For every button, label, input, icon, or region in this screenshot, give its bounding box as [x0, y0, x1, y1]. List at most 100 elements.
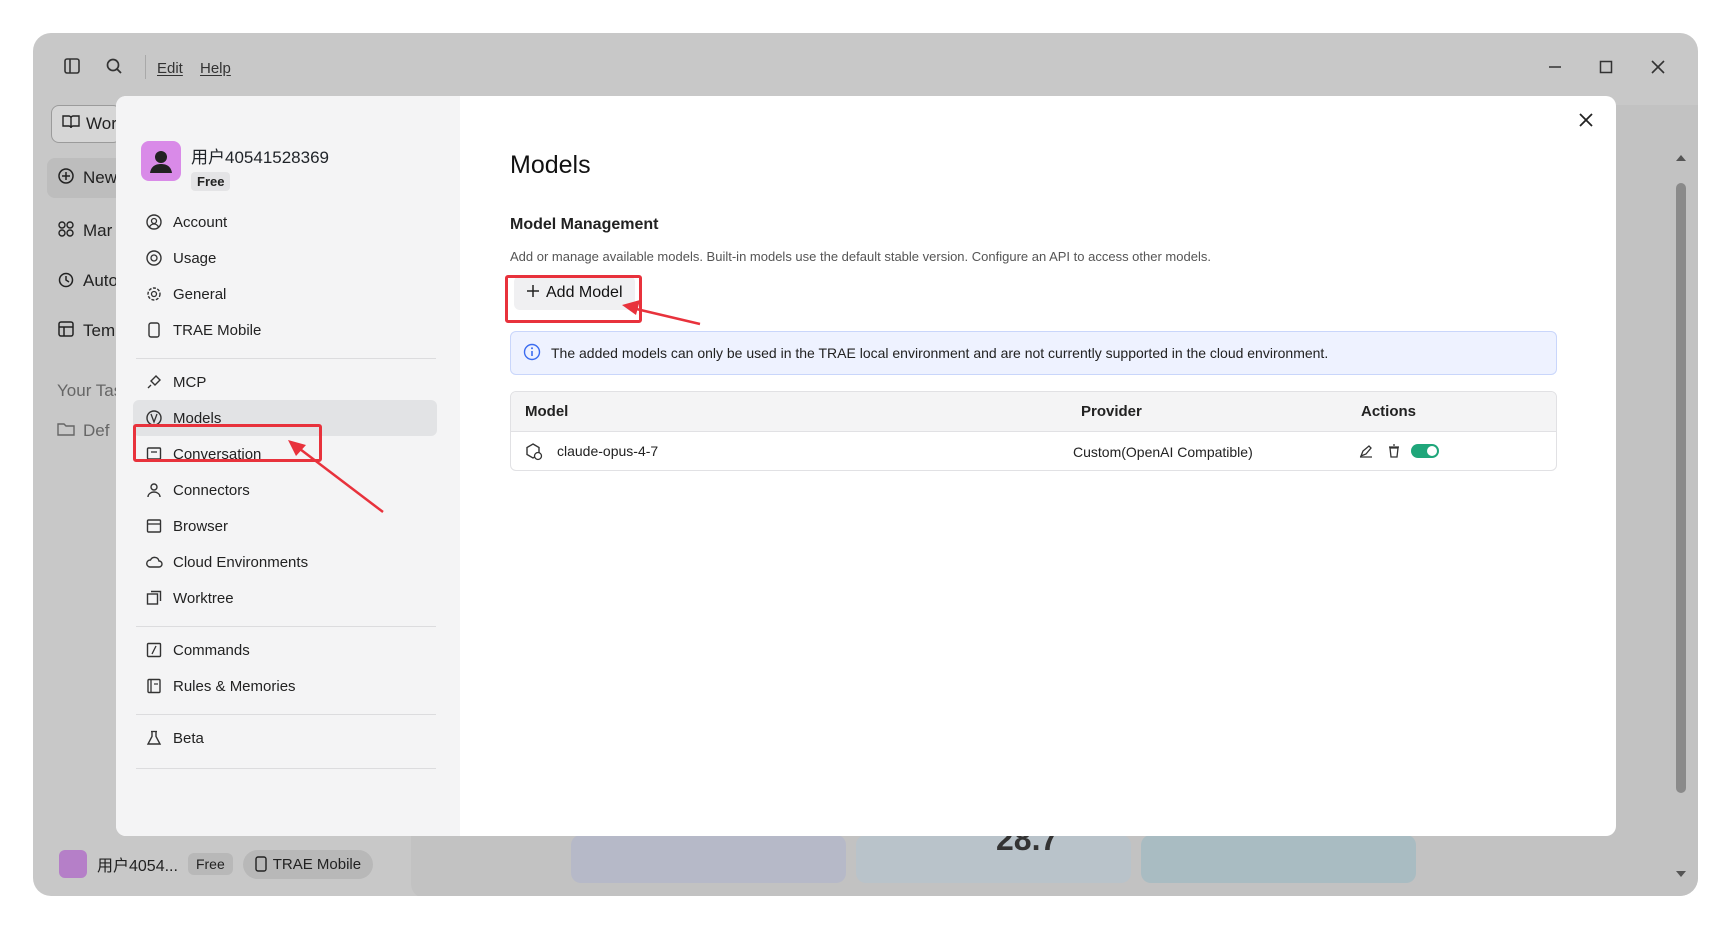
nav-trae-mobile[interactable]: TRAE Mobile — [133, 312, 437, 348]
page-title: Models — [510, 151, 591, 179]
minimize-icon[interactable] — [1543, 55, 1567, 79]
section-title: Model Management — [510, 216, 659, 233]
phone-icon — [255, 856, 267, 872]
nav-commands-label: Commands — [173, 641, 250, 659]
settings-content: Models Model Management Add or manage av… — [460, 96, 1616, 836]
bg-workspace-label: Wor — [86, 114, 117, 133]
nav-usage-label: Usage — [173, 249, 217, 267]
nav-beta[interactable]: Beta — [133, 720, 437, 756]
book-icon — [62, 114, 80, 135]
nav-mcp-label: MCP — [173, 373, 207, 391]
nav-connectors-label: Connectors — [173, 481, 250, 499]
title-bar-divider — [145, 55, 146, 79]
model-icon — [525, 443, 543, 464]
models-table: Model Provider Actions claude-opus-4-7 C… — [510, 391, 1557, 471]
user-profile: 用户40541528369 Free — [141, 141, 329, 191]
bg-avatar[interactable] — [59, 850, 87, 878]
search-icon[interactable] — [103, 55, 125, 77]
nav-connectors[interactable]: Connectors — [133, 472, 437, 508]
table-header: Model Provider Actions — [511, 392, 1556, 432]
close-window-icon[interactable] — [1646, 55, 1670, 79]
info-banner: The added models can only be used in the… — [510, 331, 1557, 375]
nav-rules-memories-label: Rules & Memories — [173, 677, 296, 695]
edit-icon[interactable] — [1359, 444, 1373, 461]
header-provider: Provider — [1081, 403, 1142, 420]
nav-rules-memories[interactable]: Rules & Memories — [133, 668, 437, 704]
bg-footer-mobile[interactable]: TRAE Mobile — [242, 849, 374, 879]
nav-divider — [136, 768, 436, 769]
nav-cloud-environments-label: Cloud Environments — [173, 553, 309, 571]
nav-beta-label: Beta — [173, 729, 204, 747]
nav-browser[interactable]: Browser — [133, 508, 437, 544]
bg-folder-label: Def — [83, 421, 110, 440]
title-bar: Edit Help — [33, 33, 1698, 101]
plan-badge: Free — [191, 172, 231, 191]
info-icon — [523, 343, 541, 364]
bg-footer-user: 用户4054... — [97, 858, 178, 875]
menu-edit[interactable]: Edit — [157, 60, 183, 77]
nav-commands[interactable]: Commands — [133, 632, 437, 668]
cloud-icon — [145, 553, 163, 571]
nav-usage[interactable]: Usage — [133, 240, 437, 276]
bg-workspace-button[interactable]: Wor — [51, 105, 121, 143]
nav-account[interactable]: Account — [133, 204, 437, 240]
bg-card-3[interactable] — [1141, 835, 1416, 883]
maximize-icon[interactable] — [1594, 55, 1618, 79]
nav-account-label: Account — [173, 213, 228, 231]
bg-automation-label: Auto — [83, 271, 118, 290]
menu-help[interactable]: Help — [200, 60, 231, 77]
nav-cloud-environments[interactable]: Cloud Environments — [133, 544, 437, 580]
delete-icon[interactable] — [1387, 444, 1401, 461]
nav-browser-label: Browser — [173, 517, 229, 535]
header-model: Model — [525, 403, 569, 420]
info-text: The added models can only be used in the… — [551, 345, 1329, 361]
gear-icon — [145, 285, 163, 303]
nav-divider — [136, 358, 436, 359]
user-icon — [150, 151, 172, 173]
sidebar-toggle-icon[interactable] — [61, 55, 83, 77]
scrollbar-thumb[interactable] — [1676, 183, 1686, 793]
section-description: Add or manage available models. Built-in… — [510, 249, 1211, 264]
user-name: 用户40541528369 — [191, 148, 330, 167]
bg-templates-label: Tem — [83, 321, 116, 340]
flask-icon — [145, 729, 163, 747]
bg-templates[interactable]: Tem — [47, 311, 115, 351]
account-icon — [145, 213, 163, 231]
enable-toggle[interactable] — [1411, 444, 1439, 458]
template-icon — [57, 320, 75, 343]
bg-footer: 用户4054... Free TRAE Mobile — [59, 845, 374, 883]
bg-footer-mobile-label: TRAE Mobile — [272, 855, 362, 873]
bg-manage-label: Mar — [83, 221, 113, 240]
bg-folder[interactable]: Def — [47, 411, 109, 451]
commands-icon — [145, 641, 163, 659]
nav-divider — [136, 626, 436, 627]
bg-automation[interactable]: Auto — [47, 261, 118, 301]
bg-manage[interactable]: Mar — [47, 211, 112, 251]
nav-divider — [136, 714, 436, 715]
phone-icon — [145, 321, 163, 339]
bg-footer-plan: Free — [187, 853, 233, 875]
bg-new-task[interactable]: New — [47, 158, 127, 198]
settings-sidebar: 用户40541528369 Free Account Usage General… — [116, 96, 460, 836]
nav-general[interactable]: General — [133, 276, 437, 312]
table-row: claude-opus-4-7 Custom(OpenAI Compatible… — [511, 432, 1556, 470]
usage-icon — [145, 249, 163, 267]
nav-worktree[interactable]: Worktree — [133, 580, 437, 616]
model-name: claude-opus-4-7 — [557, 443, 659, 459]
header-actions: Actions — [1361, 403, 1417, 420]
nav-trae-mobile-label: TRAE Mobile — [173, 321, 262, 339]
plug-icon — [145, 373, 163, 391]
model-provider: Custom(OpenAI Compatible) — [1073, 444, 1253, 460]
avatar[interactable] — [141, 141, 181, 181]
worktree-icon — [145, 589, 163, 607]
bg-new-label: New — [83, 168, 118, 187]
nav-worktree-label: Worktree — [173, 589, 234, 607]
close-icon[interactable] — [1574, 108, 1598, 132]
nav-mcp[interactable]: MCP — [133, 364, 437, 400]
browser-icon — [145, 517, 163, 535]
bg-card-2[interactable]: 28.7 — [856, 821, 1131, 883]
alarm-icon — [57, 270, 75, 293]
annotation-highlight-models — [133, 424, 322, 462]
annotation-highlight-add-model — [505, 275, 642, 323]
bg-card-1[interactable] — [571, 835, 846, 883]
